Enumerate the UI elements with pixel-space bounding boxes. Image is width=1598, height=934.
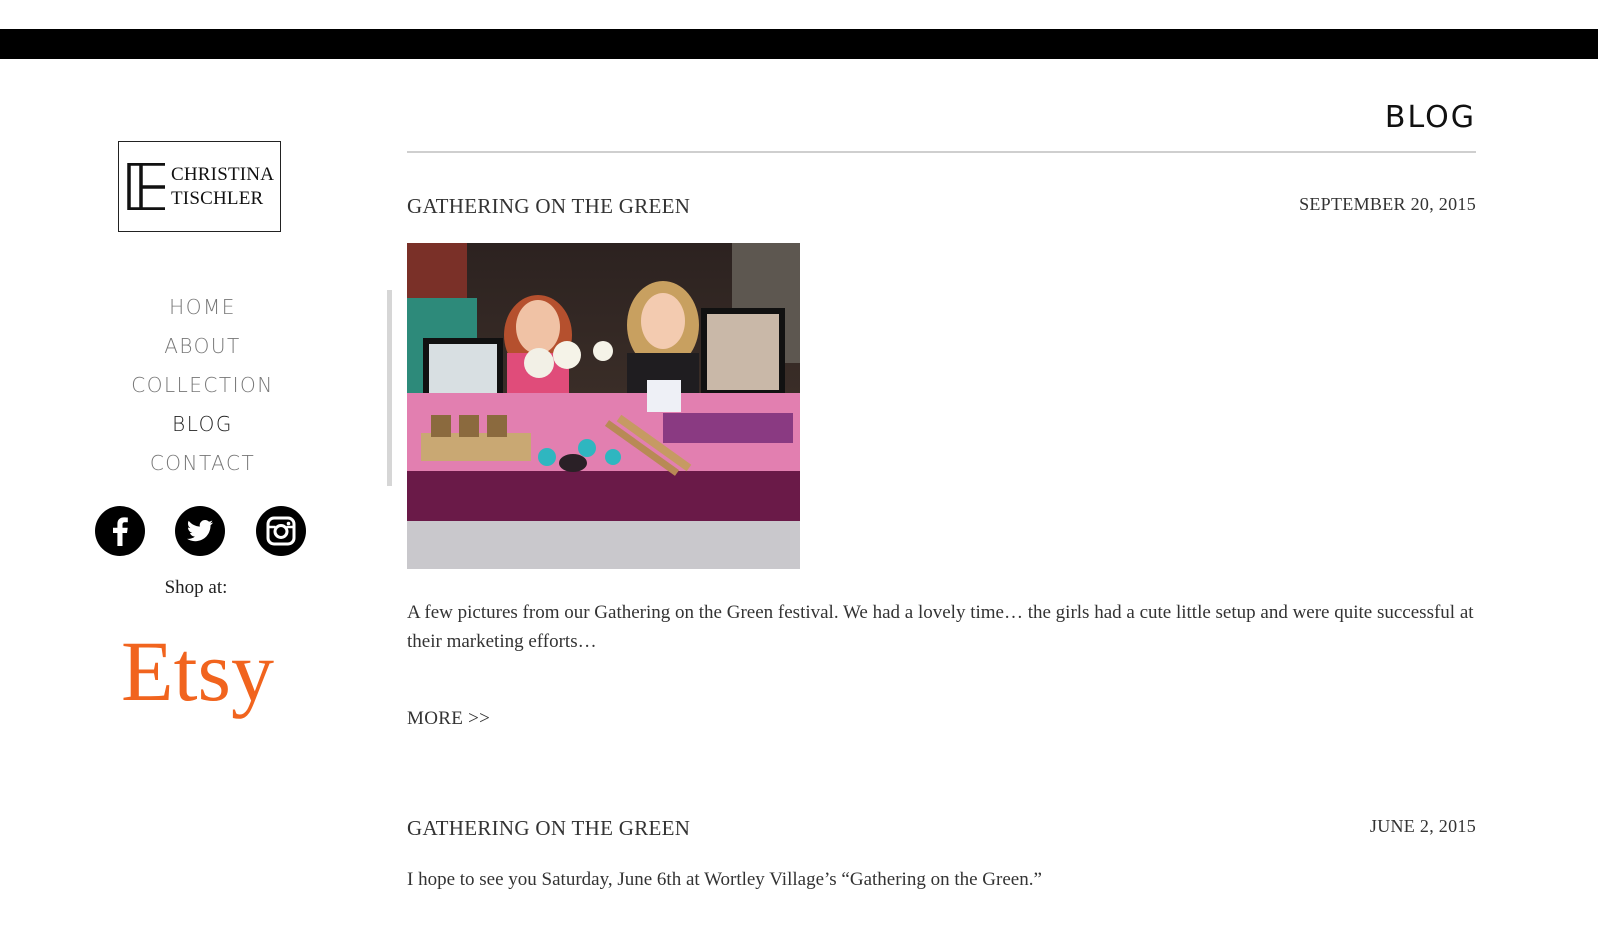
festival-table-photo — [407, 243, 800, 569]
instagram-link[interactable] — [256, 506, 306, 556]
post-title[interactable]: GATHERING ON THE GREEN — [407, 194, 690, 219]
etsy-logo-link[interactable]: Etsy — [95, 628, 300, 714]
nav-item-blog[interactable]: BLOG — [100, 405, 305, 444]
twitter-link[interactable] — [175, 506, 225, 556]
site-logo[interactable]: CHRISTINA TISCHLER — [118, 141, 281, 232]
page-title: BLOG — [1384, 100, 1476, 135]
logo-text-first-name: CHRISTINA — [171, 164, 275, 185]
main-nav: HOME ABOUT COLLECTION BLOG CONTACT — [100, 288, 305, 483]
heading-divider — [407, 151, 1476, 153]
shop-at-label: Shop at: — [164, 577, 228, 598]
post-excerpt: I hope to see you Saturday, June 6th at … — [407, 869, 1042, 890]
twitter-icon — [186, 520, 213, 542]
post-excerpt: A few pictures from our Gathering on the… — [407, 602, 1474, 652]
facebook-link[interactable] — [95, 506, 145, 556]
facebook-icon — [113, 517, 128, 546]
post-date: SEPTEMBER 20, 2015 — [1299, 194, 1476, 214]
post-featured-image[interactable] — [407, 243, 800, 569]
post-date: JUNE 2, 2015 — [1369, 816, 1476, 836]
top-bar — [0, 29, 1598, 59]
nav-item-about[interactable]: ABOUT — [100, 327, 305, 366]
read-more-link[interactable]: MORE >> — [407, 708, 490, 730]
post-title[interactable]: GATHERING ON THE GREEN — [407, 816, 690, 841]
nav-item-collection[interactable]: COLLECTION — [100, 366, 305, 405]
social-links — [95, 506, 315, 556]
sidebar-divider — [387, 290, 392, 486]
logo-text-last-name: TISCHLER — [171, 188, 264, 209]
instagram-icon — [266, 516, 296, 546]
nav-item-contact[interactable]: CONTACT — [100, 444, 305, 483]
logo-mark-icon — [127, 163, 165, 210]
nav-item-home[interactable]: HOME — [100, 288, 305, 327]
